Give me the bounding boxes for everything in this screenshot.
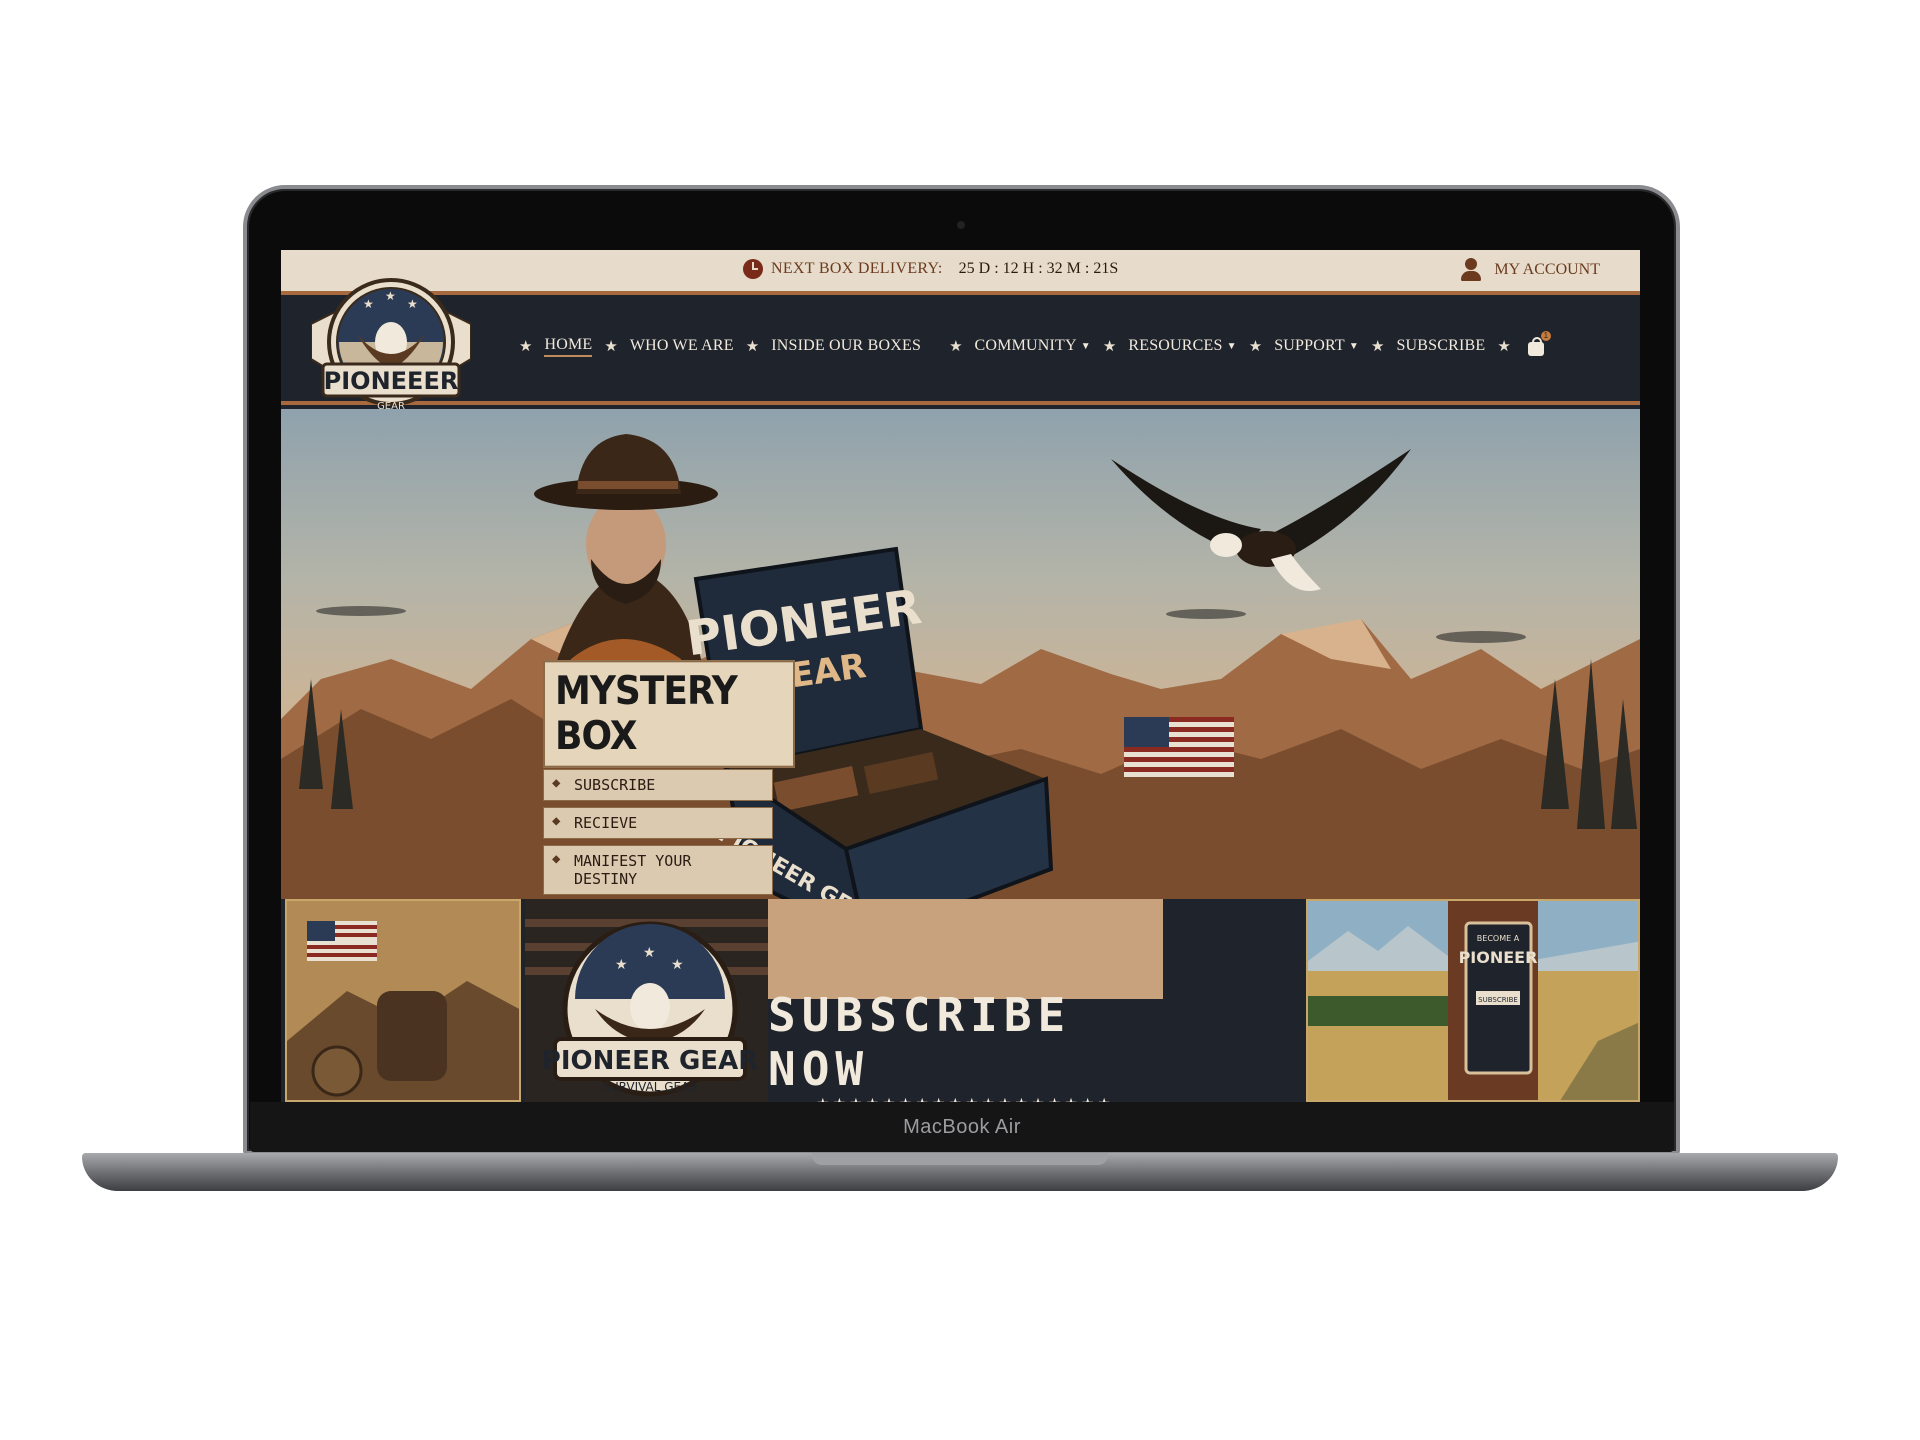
logo-text: PIONEEER <box>324 367 459 395</box>
delivery-countdown: NEXT BOX DELIVERY: 25 D : 12 H : 32 M : … <box>743 259 1118 279</box>
laptop-notch <box>812 1153 1108 1165</box>
delivery-label: NEXT BOX DELIVERY: <box>771 260 943 277</box>
nav-subscribe[interactable]: SUBSCRIBE <box>1396 337 1485 355</box>
backpack-illustration <box>287 901 519 1100</box>
countdown-timer: 25 D : 12 H : 32 M : 21S <box>958 260 1119 277</box>
nav-support-label: SUPPORT <box>1274 337 1345 354</box>
star-icon: ★ <box>604 338 618 355</box>
nav-community[interactable]: COMMUNITY ▼ <box>975 337 1091 355</box>
star-icon: ★ <box>519 338 533 355</box>
hero-ground <box>768 899 1163 999</box>
gear-backpack-tile[interactable] <box>285 899 521 1102</box>
clock-icon <box>743 259 763 279</box>
sign-title: MYSTERY BOX <box>543 660 795 768</box>
laptop-chin: MacBook Air <box>250 1102 1674 1152</box>
chevron-down-icon: ▼ <box>1080 340 1091 352</box>
nav-resources-label: RESOURCES <box>1128 337 1223 354</box>
main-nav: ★ HOME ★ WHO WE ARE ★ INSIDE OUR BOXES ★… <box>281 295 1640 405</box>
cart-icon[interactable]: 1 <box>1527 331 1551 357</box>
subscribe-now-label: SUBSCRIBE NOW <box>768 988 1072 1096</box>
star-icon: ★ <box>949 338 963 355</box>
device-label: MacBook Air <box>903 1115 1021 1138</box>
svg-text:★: ★ <box>407 297 418 311</box>
step-subscribe[interactable]: SUBSCRIBE <box>543 769 773 801</box>
logo-sub: GEAR <box>377 401 405 412</box>
svg-text:★: ★ <box>385 289 396 303</box>
nav-inside-our-boxes[interactable]: INSIDE OUR BOXES <box>771 337 921 355</box>
feature-strip: ★ ★ ★ PIONEER GEAR SURVIVAL GEAR SUBSCRIBE… <box>281 899 1640 1102</box>
hero-banner: PIONEER GEAR PIONEER GEAR MYSTERY BOX SU… <box>281 409 1640 899</box>
screen: NEXT BOX DELIVERY: 25 D : 12 H : 32 M : … <box>281 250 1640 1102</box>
my-account-link[interactable]: MY ACCOUNT <box>1460 258 1600 282</box>
box-overflow-area <box>768 899 1163 999</box>
nav-support[interactable]: SUPPORT ▼ <box>1274 337 1359 355</box>
nav-resources[interactable]: RESOURCES ▼ <box>1128 337 1236 355</box>
poster-title: PIONEER <box>1459 948 1538 967</box>
mystery-box-sign: MYSTERY BOX SUBSCRIBE RECIEVE MANIFEST Y… <box>543 660 795 895</box>
badge-text: PIONEER GEAR <box>542 1046 758 1076</box>
nav-community-label: COMMUNITY <box>974 337 1077 354</box>
svg-text:★: ★ <box>671 957 684 973</box>
star-icon: ★ <box>1497 338 1511 355</box>
poster-top-text: BECOME A <box>1477 934 1520 943</box>
camera <box>957 221 965 229</box>
pioneer-gear-logo[interactable]: ★ ★ ★ PIONEEER GEAR <box>311 264 471 429</box>
star-icon: ★ <box>1371 338 1385 355</box>
hero-illustration: PIONEER GEAR PIONEER GEAR <box>281 434 1640 899</box>
badge-ring-text: SURVIVAL GEAR <box>602 1080 697 1094</box>
poster-subscribe: SUBSCRIBE <box>1478 996 1518 1004</box>
chevron-down-icon: ▼ <box>1226 340 1237 352</box>
star-icon: ★ <box>1248 338 1263 355</box>
step-manifest: MANIFEST YOUR DESTINY <box>543 845 773 895</box>
user-icon <box>1460 258 1482 282</box>
my-account-label: MY ACCOUNT <box>1494 261 1600 278</box>
cart-badge: 1 <box>1540 331 1551 341</box>
star-icon: ★ <box>745 338 760 355</box>
badge-tile[interactable]: ★ ★ ★ PIONEER GEAR SURVIVAL GEAR <box>525 899 768 1102</box>
star-icon: ★ <box>1102 338 1117 355</box>
become-a-pioneer-tile[interactable]: BECOME A PIONEER SUBSCRIBE <box>1306 899 1640 1102</box>
step-receive: RECIEVE <box>543 807 773 839</box>
svg-text:★: ★ <box>615 957 628 973</box>
nav-who-we-are[interactable]: WHO WE ARE <box>630 337 734 355</box>
nav-home[interactable]: HOME <box>544 336 593 357</box>
stars-row: ★★★★★★★★★★★★★★★★★★ <box>817 1096 1115 1102</box>
svg-text:★: ★ <box>363 297 374 311</box>
svg-text:★: ★ <box>643 945 656 961</box>
subscribe-now-button[interactable]: SUBSCRIBE NOW ★★★★★★★★★★★★★★★★★★ <box>768 988 1163 1102</box>
chevron-down-icon: ▼ <box>1348 340 1359 352</box>
landscape-poster: BECOME A PIONEER SUBSCRIBE <box>1308 901 1638 1100</box>
top-bar: NEXT BOX DELIVERY: 25 D : 12 H : 32 M : … <box>281 250 1640 295</box>
survival-gear-badge: ★ ★ ★ PIONEER GEAR SURVIVAL GEAR <box>525 919 768 1097</box>
